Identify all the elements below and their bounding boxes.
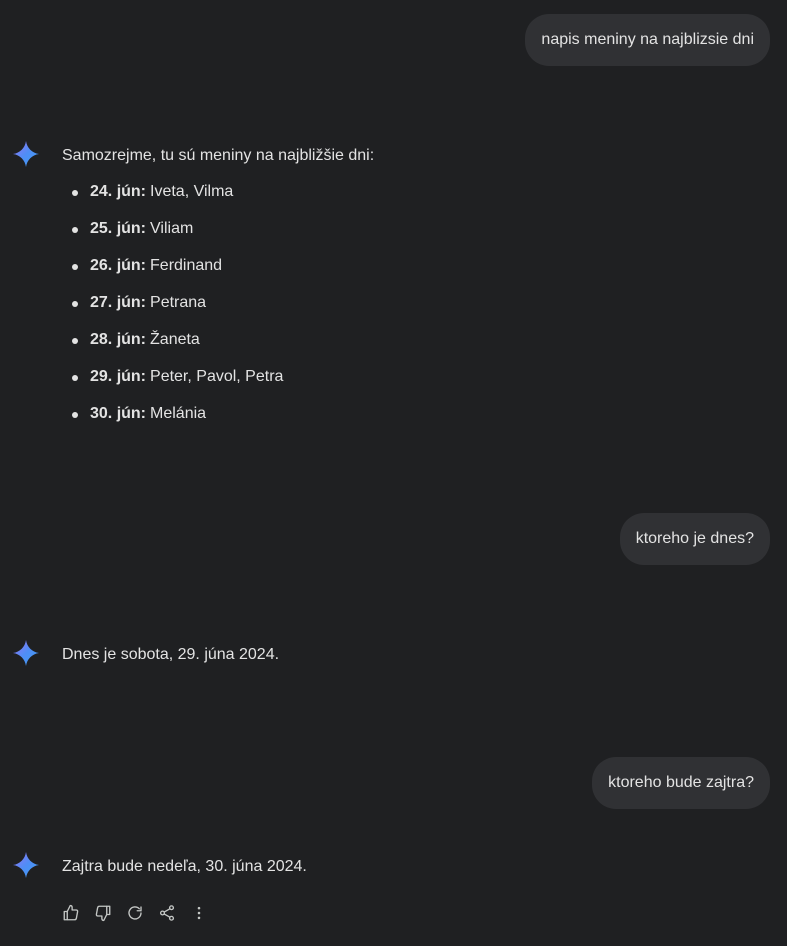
list-item: 24. jún: Iveta, Vilma <box>72 182 283 219</box>
refresh-icon <box>128 906 142 920</box>
response-intro: Samozrejme, tu sú meniny na najbližšie d… <box>62 147 375 164</box>
list-item-date: 27. jún: <box>90 294 147 311</box>
bullet <box>72 264 78 270</box>
user-message-text: ktoreho je dnes? <box>635 530 754 547</box>
regenerate-button[interactable] <box>124 902 146 924</box>
gemini-spark-icon <box>13 640 39 666</box>
thumb-down-button[interactable] <box>92 902 114 924</box>
gemini-spark-icon <box>13 141 39 167</box>
list-item-names: Ferdinand <box>150 257 223 274</box>
share-icon <box>159 905 175 921</box>
thumb-up-button[interactable] <box>60 902 82 924</box>
list-item-date: 30. jún: <box>90 405 147 422</box>
bullet <box>72 338 78 344</box>
list-item-names: Viliam <box>150 220 194 237</box>
list-item-names: Melánia <box>150 405 207 422</box>
list-item-date: 26. jún: <box>90 257 147 274</box>
list-item: 30. jún: Melánia <box>72 404 283 441</box>
list-item: 28. jún: Žaneta <box>72 330 283 367</box>
list-item: 29. jún: Peter, Pavol, Petra <box>72 367 283 404</box>
user-message-text: napis meniny na najblizsie dni <box>541 31 754 48</box>
user-message: ktoreho je dnes? <box>619 513 770 565</box>
thumb-up-icon <box>63 904 79 921</box>
list-item-date: 25. jún: <box>90 220 147 237</box>
more-options-button[interactable] <box>188 902 210 924</box>
list-item-names: Žaneta <box>150 331 200 348</box>
list-item-date: 28. jún: <box>90 331 147 348</box>
bullet <box>72 227 78 233</box>
response-actions <box>60 902 220 924</box>
user-message: ktoreho bude zajtra? <box>592 757 770 809</box>
thumb-down-icon <box>95 905 111 922</box>
list-item-date: 24. jún: <box>90 183 147 200</box>
share-button[interactable] <box>156 902 178 924</box>
bullet <box>72 412 78 418</box>
bullet <box>72 301 78 307</box>
gemini-spark-icon <box>13 852 39 878</box>
more-vertical-icon <box>197 906 201 920</box>
user-message: napis meniny na najblizsie dni <box>525 14 770 66</box>
bullet <box>72 190 78 196</box>
list-item: 26. jún: Ferdinand <box>72 256 283 293</box>
response-text: Zajtra bude nedeľa, 30. júna 2024. <box>62 858 307 875</box>
list-item: 27. jún: Petrana <box>72 293 283 330</box>
nameday-list: 24. jún: Iveta, Vilma 25. jún: Viliam 26… <box>72 182 283 441</box>
user-message-text: ktoreho bude zajtra? <box>608 774 754 791</box>
list-item-names: Petrana <box>150 294 207 311</box>
list-item-names: Iveta, Vilma <box>150 183 234 200</box>
list-item-date: 29. jún: <box>90 368 147 385</box>
list-item: 25. jún: Viliam <box>72 219 283 256</box>
bullet <box>72 375 78 381</box>
list-item-names: Peter, Pavol, Petra <box>150 368 284 385</box>
response-text: Dnes je sobota, 29. júna 2024. <box>62 646 280 663</box>
